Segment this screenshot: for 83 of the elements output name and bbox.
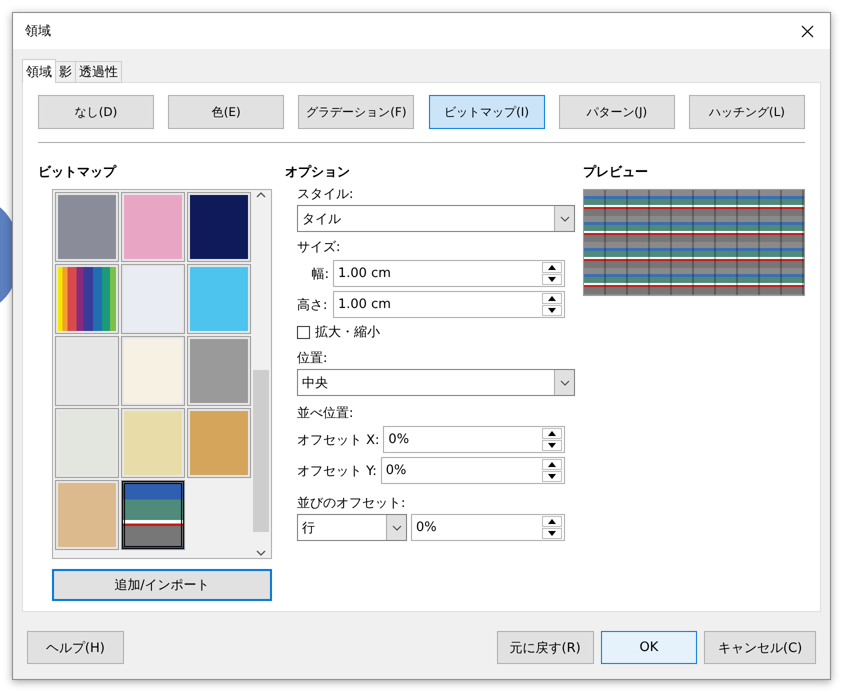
checkbox[interactable] [297,326,310,338]
texture-swatch[interactable] [56,265,118,333]
field-label: サイズ: [297,239,342,256]
texture-swatch[interactable] [56,481,118,549]
field-value: 0% [416,520,437,535]
spin-down-button[interactable] [542,305,562,316]
spin-up-button[interactable] [542,516,562,527]
dialog-button[interactable]: ヘルプ(H) [27,631,124,664]
field-label: オフセット Y: [297,462,377,480]
photo-placeholder[interactable] [122,481,184,549]
texture-swatch[interactable] [188,337,250,405]
fill-type-button[interactable]: パターン(J) [558,95,675,129]
field-label: 高さ: [297,296,328,314]
triangle-down-icon [548,474,556,479]
field-value: 0% [386,463,406,478]
spin-down-button[interactable] [542,440,562,451]
texture-swatch[interactable] [122,337,184,405]
close-icon [801,24,814,38]
texture-swatch[interactable] [122,193,184,261]
dialog-button[interactable]: OK [600,631,698,664]
field-label: オフセット X: [297,432,380,448]
spin-down-button[interactable] [542,528,562,539]
section-heading: ビットマップ [38,164,118,181]
tab[interactable]: 影 [55,61,76,83]
field-label: 位置: [297,350,328,367]
field-label: 幅: [310,266,329,282]
chevron-down-icon [392,524,402,530]
triangle-up-icon [548,519,556,524]
row-offset-dropdown[interactable]: 行 [297,514,407,541]
field-value: 1.00 cm [338,266,391,281]
texture-swatch[interactable] [56,337,118,405]
tab[interactable]: 領域 [22,59,56,83]
spin-field[interactable]: 0% [383,426,565,453]
add-import-button[interactable]: 追加/インポート [52,569,272,601]
spin-up-button[interactable] [542,428,562,439]
field-value: 1.00 cm [338,297,391,312]
triangle-up-icon [548,296,556,301]
fill-type-button[interactable]: ビットマップ(I) [428,95,545,129]
field-label: 並べ位置: [297,405,354,422]
dialog-button[interactable]: キャンセル(C) [704,631,816,664]
texture-swatch[interactable] [122,409,184,477]
scroll-down-icon[interactable] [256,550,266,556]
texture-swatch[interactable] [56,409,118,477]
triangle-down-icon [548,443,556,448]
triangle-up-icon [548,265,556,270]
triangle-down-icon [548,308,556,313]
style-dropdown[interactable]: タイル [297,205,575,232]
fill-type-button[interactable]: 色(E) [168,95,284,129]
texture-swatch[interactable] [56,193,118,261]
spin-field[interactable]: 1.00 cm [333,291,565,318]
texture-swatch[interactable] [188,193,250,261]
section-heading: オプション [285,164,351,181]
section-heading: プレビュー [583,164,649,181]
spin-field[interactable]: 1.00 cm [333,260,565,287]
field-label: 並びのオフセット: [297,495,406,512]
position-dropdown[interactable]: 中央 [297,369,575,396]
spin-down-button[interactable] [542,471,562,482]
dialog-button[interactable]: 元に戻す(R) [496,631,594,664]
spin-up-button[interactable] [542,293,562,304]
field-value: 0% [388,432,410,447]
spin-field[interactable]: 0% [380,457,565,484]
fill-type-button[interactable]: ハッチング(L) [688,95,805,129]
scroll-up-icon[interactable] [256,192,266,198]
chevron-down-icon [560,216,570,222]
texture-swatch[interactable] [122,265,184,333]
triangle-up-icon [548,462,556,467]
triangle-up-icon [548,431,556,436]
tab[interactable]: 透過性 [75,61,122,83]
field-label: スタイル: [297,186,354,203]
triangle-down-icon [548,277,556,282]
texture-swatch[interactable] [188,265,250,333]
spin-up-button[interactable] [542,459,562,470]
spin-field[interactable]: 0% [411,514,565,541]
chevron-down-icon [560,380,570,386]
scrollbar[interactable] [251,190,271,558]
triangle-down-icon [548,531,556,536]
spin-up-button[interactable] [542,262,562,273]
spin-down-button[interactable] [542,274,562,285]
fill-type-button[interactable]: なし(D) [38,95,154,129]
checkbox-label: 拡大・縮小 [315,324,380,341]
window-title: 領域 [25,23,51,40]
fill-type-button[interactable]: グラデーション(F) [298,95,414,129]
texture-swatch[interactable] [188,409,250,477]
